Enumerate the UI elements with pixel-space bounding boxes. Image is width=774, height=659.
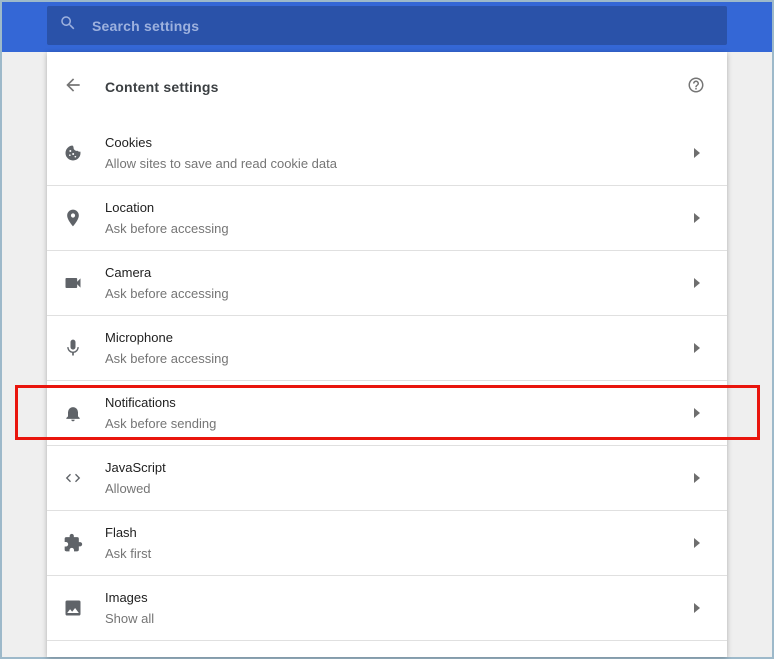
- chevron-right-icon: [694, 278, 700, 288]
- help-button[interactable]: [687, 76, 705, 97]
- setting-title: Notifications: [105, 395, 176, 410]
- settings-list: Cookies Allow sites to save and read coo…: [47, 121, 727, 641]
- search-bar[interactable]: [47, 6, 727, 45]
- page-title: Content settings: [105, 78, 219, 95]
- camera-icon: [63, 273, 83, 293]
- javascript-code-icon: [63, 468, 83, 488]
- setting-row-microphone[interactable]: Microphone Ask before accessing: [47, 316, 727, 381]
- content-settings-card: Content settings Cookies Allow sites to …: [47, 52, 727, 657]
- chevron-right-icon: [694, 603, 700, 613]
- setting-title: Location: [105, 200, 155, 215]
- cookie-icon: [63, 143, 83, 163]
- setting-title: Microphone: [105, 330, 173, 345]
- setting-subtitle: Ask before accessing: [105, 286, 229, 301]
- location-icon: [63, 208, 83, 228]
- setting-subtitle: Ask first: [105, 546, 152, 561]
- search-icon: [59, 14, 77, 37]
- setting-title: Images: [105, 590, 148, 605]
- setting-row-flash[interactable]: Flash Ask first: [47, 511, 727, 576]
- setting-subtitle: Ask before accessing: [105, 221, 229, 236]
- setting-title: Flash: [105, 525, 137, 540]
- card-bottom-spacer: [47, 641, 727, 656]
- setting-subtitle: Show all: [105, 611, 155, 626]
- setting-subtitle: Allowed: [105, 481, 151, 496]
- setting-subtitle: Ask before accessing: [105, 351, 229, 366]
- content-settings-page: Content settings: [2, 2, 772, 657]
- chevron-right-icon: [694, 538, 700, 548]
- arrow-back-icon: [63, 75, 83, 98]
- setting-title: Cookies: [105, 135, 152, 150]
- microphone-icon: [63, 338, 83, 358]
- setting-title: Camera: [105, 265, 152, 280]
- chevron-right-icon: [694, 213, 700, 223]
- search-toolbar: [2, 2, 772, 52]
- puzzle-piece-icon: [63, 533, 83, 553]
- chevron-right-icon: [694, 408, 700, 418]
- notifications-icon: [63, 403, 83, 423]
- setting-subtitle: Ask before sending: [105, 416, 217, 431]
- setting-row-camera[interactable]: Camera Ask before accessing: [47, 251, 727, 316]
- setting-subtitle: Allow sites to save and read cookie data: [105, 156, 337, 171]
- help-icon: [687, 76, 705, 97]
- image-icon: [63, 598, 83, 618]
- chevron-right-icon: [694, 148, 700, 158]
- back-button[interactable]: [63, 77, 83, 97]
- setting-row-images[interactable]: Images Show all: [47, 576, 727, 641]
- setting-row-cookies[interactable]: Cookies Allow sites to save and read coo…: [47, 121, 727, 186]
- chevron-right-icon: [694, 343, 700, 353]
- search-input[interactable]: [90, 16, 727, 35]
- setting-row-javascript[interactable]: JavaScript Allowed: [47, 446, 727, 511]
- setting-row-location[interactable]: Location Ask before accessing: [47, 186, 727, 251]
- setting-title: JavaScript: [105, 460, 166, 475]
- chevron-right-icon: [694, 473, 700, 483]
- setting-row-notifications[interactable]: Notifications Ask before sending: [47, 381, 727, 446]
- card-header: Content settings: [47, 52, 727, 121]
